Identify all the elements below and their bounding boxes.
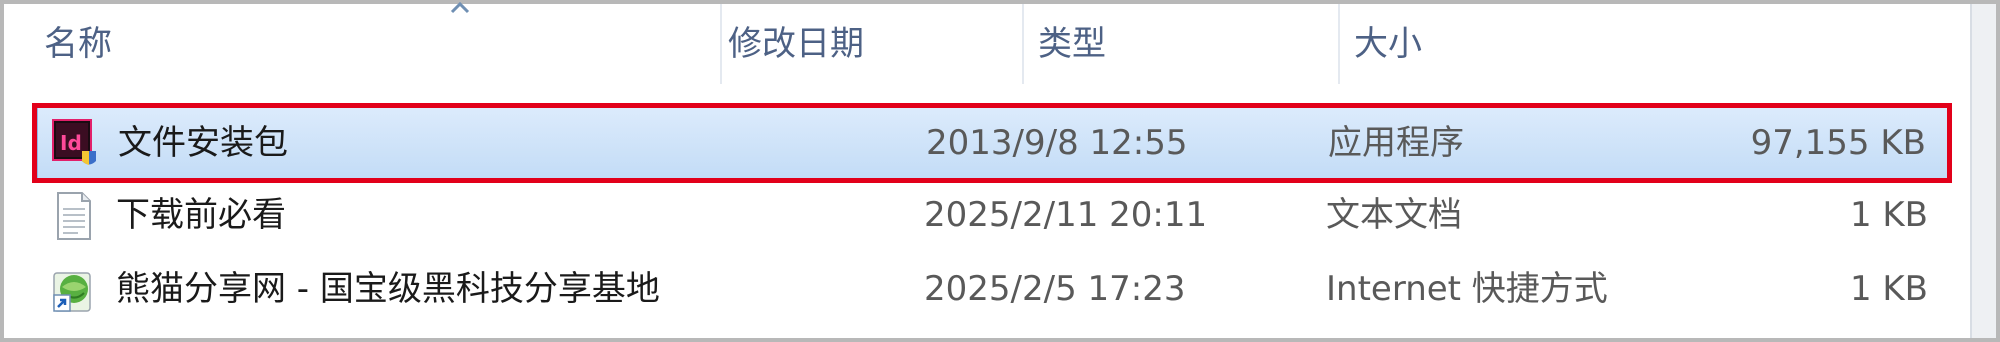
- file-size: 1 KB: [1849, 269, 1928, 309]
- column-header-date[interactable]: 修改日期: [688, 4, 1028, 84]
- file-name: 文件安装包: [118, 123, 288, 163]
- file-date: 2013/9/8 12:55: [926, 123, 1188, 163]
- column-header-bar: 名称 修改日期 类型 大小: [4, 2, 1964, 84]
- file-size: 97,155 KB: [1750, 123, 1926, 163]
- column-header-type[interactable]: 类型: [998, 4, 1338, 84]
- file-list-view: 名称 修改日期 类型 大小 Id 文件安装包 2013/9/8 12:55 应用…: [0, 0, 2000, 342]
- file-date: 2025/2/5 17:23: [924, 269, 1186, 309]
- file-name: 下载前必看: [116, 195, 286, 235]
- file-type: Internet 快捷方式: [1326, 269, 1608, 309]
- file-name: 熊猫分享网 - 国宝级黑科技分享基地: [116, 269, 660, 309]
- column-header-date-label: 修改日期: [728, 24, 864, 64]
- file-row[interactable]: Id 文件安装包 2013/9/8 12:55 应用程序 97,155 KB: [36, 105, 1950, 181]
- file-size: 1 KB: [1849, 195, 1928, 235]
- file-type: 文本文档: [1326, 195, 1462, 235]
- file-row[interactable]: 熊猫分享网 - 国宝级黑科技分享基地 2025/2/5 17:23 Intern…: [36, 253, 1950, 329]
- file-row[interactable]: 下载前必看 2025/2/11 20:11 文本文档 1 KB: [36, 179, 1950, 255]
- column-header-name[interactable]: 名称: [4, 4, 724, 84]
- column-header-type-label: 类型: [1038, 24, 1106, 64]
- file-type: 应用程序: [1328, 123, 1464, 163]
- column-header-size-label: 大小: [1354, 24, 1422, 64]
- text-document-icon: [57, 192, 91, 240]
- svg-text:Id: Id: [60, 131, 82, 155]
- column-header-size[interactable]: 大小: [1314, 4, 1614, 84]
- column-header-name-label: 名称: [44, 24, 112, 64]
- internet-shortcut-icon: [53, 272, 91, 312]
- indesign-installer-icon: Id: [52, 119, 96, 165]
- vertical-scrollbar[interactable]: [1970, 4, 1996, 338]
- file-date: 2025/2/11 20:11: [924, 195, 1208, 235]
